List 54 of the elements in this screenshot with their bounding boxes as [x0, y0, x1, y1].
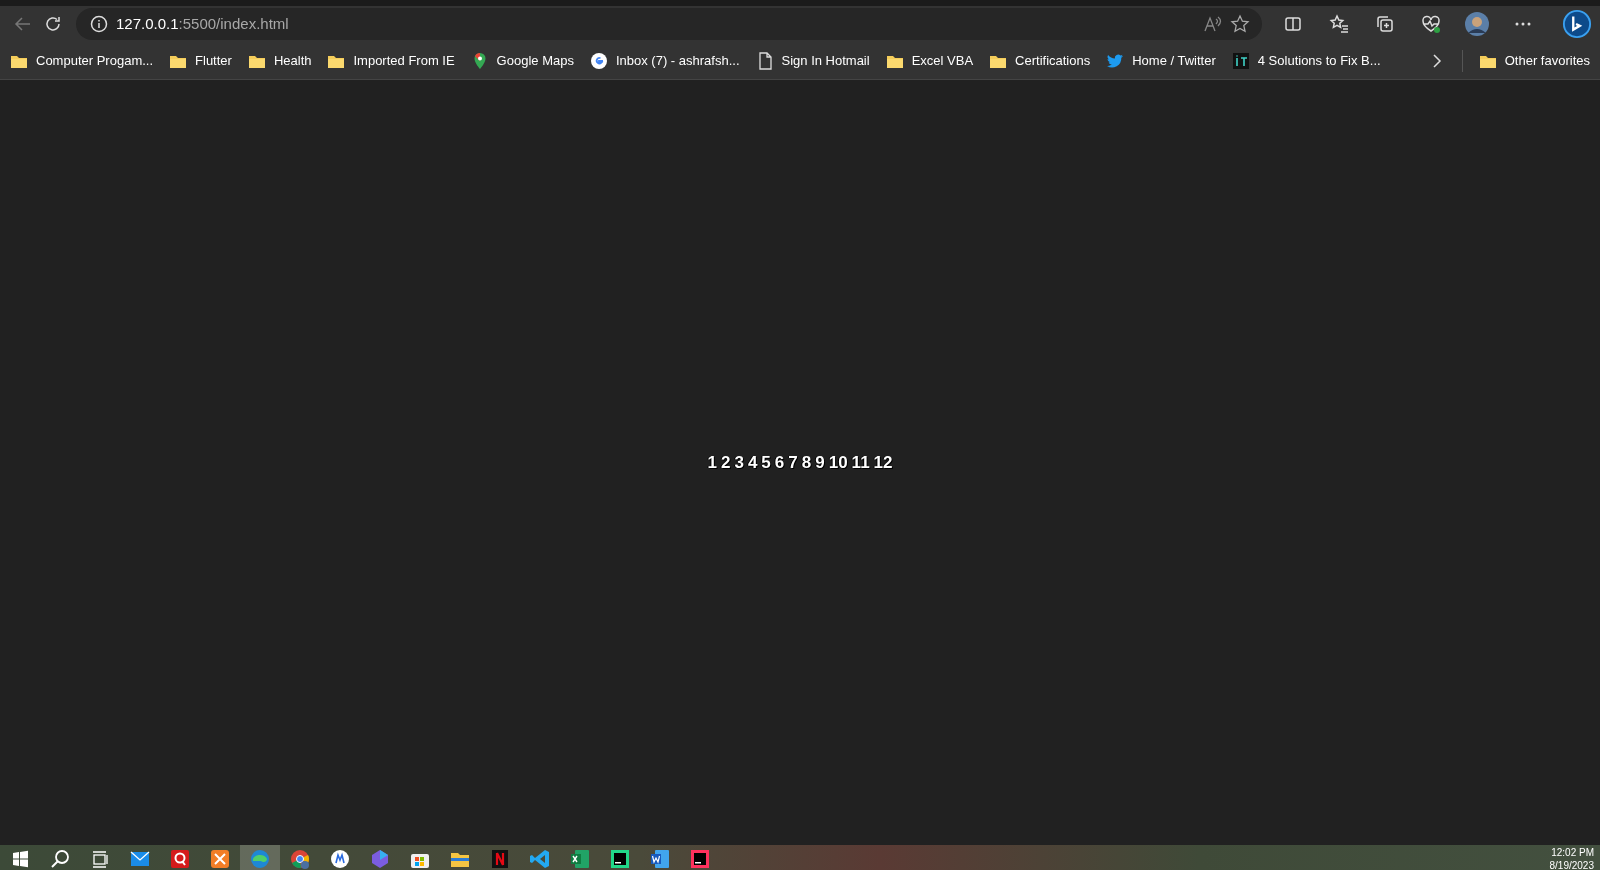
- number-text: 8: [801, 451, 812, 474]
- bookmark-item[interactable]: Flutter: [163, 48, 238, 73]
- document-app-icon: [648, 847, 672, 870]
- intellij-logo-icon: [688, 847, 712, 870]
- split-screen-icon: [1283, 14, 1303, 34]
- bookmark-item[interactable]: Computer Progam...: [4, 48, 160, 73]
- bookmark-folder[interactable]: Other favorites: [1472, 48, 1596, 73]
- number-text: 6: [774, 451, 785, 474]
- clock-date[interactable]: 8/19/2023: [1549, 859, 1594, 870]
- bookmark-item[interactable]: Imported From IE: [321, 48, 461, 73]
- number-text: 2: [720, 451, 731, 474]
- chrome-logo-icon: [288, 847, 312, 870]
- number-text: 3: [734, 451, 744, 474]
- read-aloud-icon[interactable]: [1202, 14, 1222, 34]
- info-icon[interactable]: [90, 15, 108, 33]
- number-text: 12: [873, 451, 893, 474]
- reload-icon: [43, 14, 63, 34]
- vscode-logo-icon: [528, 847, 552, 870]
- cross-logo-icon: [208, 847, 232, 870]
- bookmark-item[interactable]: Home / Twitter: [1100, 48, 1222, 73]
- bookmark-item[interactable]: 4 Solutions to Fix B...: [1225, 48, 1387, 73]
- circle-logo-icon: [328, 847, 352, 870]
- bookmark-item[interactable]: Google Maps: [464, 48, 580, 73]
- bookmark-item[interactable]: Inbox (7) - ashrafsh...: [583, 48, 746, 73]
- bird-icon: [1106, 51, 1125, 70]
- number-text: 5: [761, 451, 771, 474]
- number-text: 1: [707, 451, 717, 474]
- b-logo-icon: [1562, 8, 1592, 40]
- it-logo-icon: [1231, 51, 1250, 70]
- bookmark-item[interactable]: Certifications: [983, 48, 1097, 73]
- clock-time[interactable]: 12:02 PM: [1549, 846, 1594, 859]
- number-text: 11: [851, 451, 870, 474]
- bookmark-item[interactable]: Excel VBA: [879, 48, 980, 73]
- collections-icon: [1375, 14, 1395, 34]
- copilot-button[interactable]: [1562, 9, 1592, 39]
- url-text: 127.0.0.1:5500/index.html: [116, 14, 289, 34]
- heart-pulse-icon: [1421, 14, 1441, 34]
- avatar-icon: [1464, 11, 1490, 37]
- edge-logo-icon: [248, 847, 272, 870]
- bookmark-item[interactable]: Sign In Hotmail: [749, 48, 876, 73]
- spreadsheet-icon: [568, 847, 592, 870]
- address-bar[interactable]: 127.0.0.1:5500/index.html: [76, 8, 1262, 40]
- pycharm-logo-icon: [608, 847, 632, 870]
- number-text: 9: [815, 451, 825, 474]
- bookmark-item[interactable]: Health: [241, 48, 318, 73]
- more-options-icon: [1515, 22, 1531, 26]
- g-logo-icon: [589, 51, 608, 70]
- favorites-icon: [1329, 14, 1349, 34]
- number-text: 4: [747, 451, 758, 474]
- q-logo-icon: [168, 847, 192, 870]
- star-icon[interactable]: [1230, 14, 1250, 34]
- number-text: 7: [788, 451, 798, 474]
- number-text: 10: [828, 451, 848, 474]
- profile-avatar[interactable]: [1462, 9, 1492, 39]
